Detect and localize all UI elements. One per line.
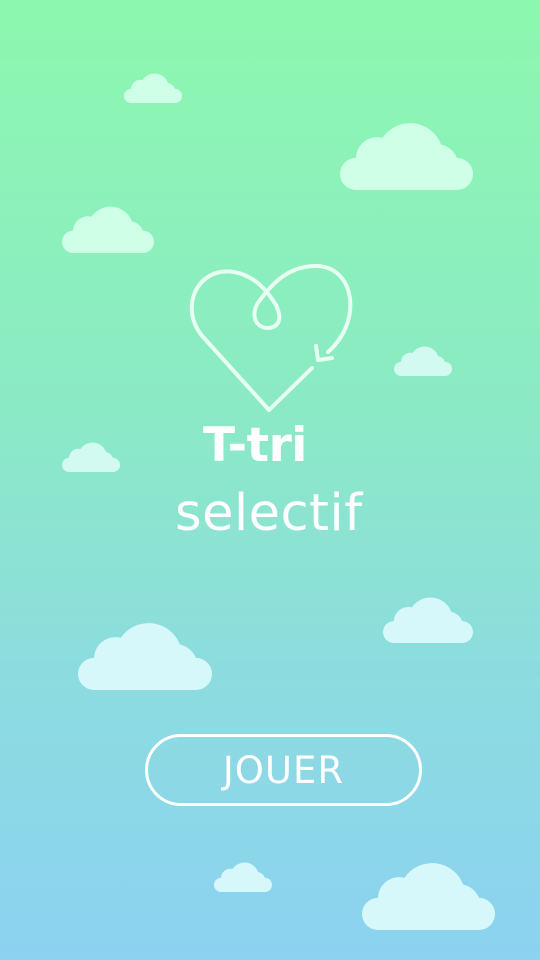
cloud-icon (340, 115, 473, 190)
cloud-icon (78, 615, 212, 690)
cloud-icon (214, 859, 272, 892)
cloud-icon (62, 439, 120, 472)
heart-recycle-icon (180, 258, 360, 418)
cloud-icon (383, 592, 473, 643)
play-button[interactable]: JOUER (145, 734, 422, 806)
cloud-icon (362, 855, 495, 930)
game-title: T-tri (203, 418, 307, 473)
cloud-icon (62, 201, 154, 253)
play-button-label: JOUER (222, 748, 345, 792)
game-subtitle: selectif (175, 484, 363, 543)
cloud-icon (394, 343, 452, 376)
cloud-icon (124, 70, 182, 103)
